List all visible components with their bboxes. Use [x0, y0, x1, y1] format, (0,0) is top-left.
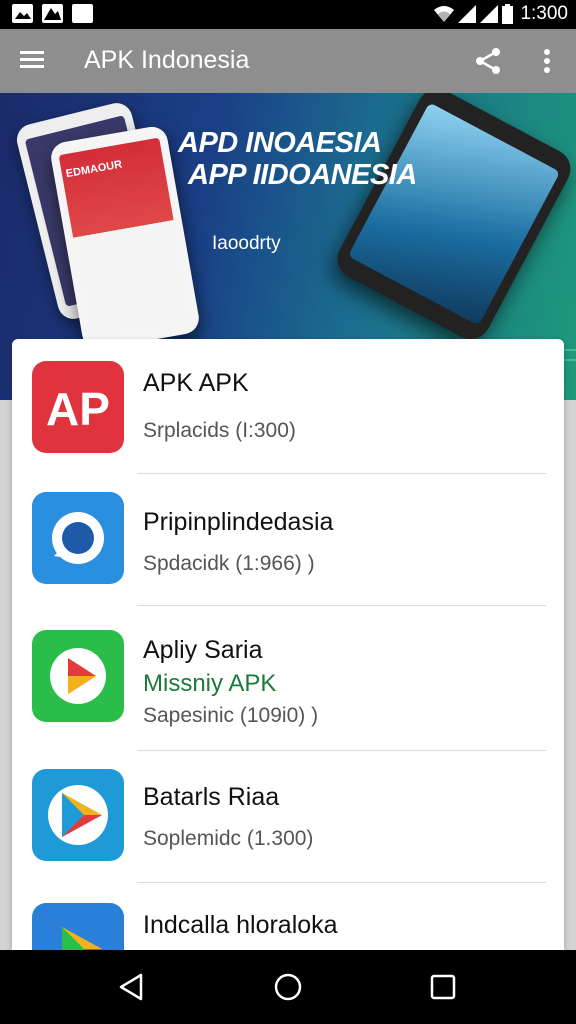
app-name: Batarls Riaa	[143, 783, 280, 811]
battery-icon	[502, 4, 514, 24]
banner-subtext: Iaoodrty	[212, 233, 281, 254]
list-item[interactable]: Pripinplindedasia Spdacidk (1:966) )	[12, 474, 564, 606]
image-icon	[42, 4, 63, 23]
app-name: Indcalla hloraloka	[143, 911, 338, 939]
app-bar: APK Indonesia	[0, 29, 576, 93]
play-triangle-icon	[32, 630, 124, 722]
signal-icon	[458, 5, 477, 23]
more-vert-icon[interactable]	[534, 45, 560, 77]
recents-square-icon[interactable]	[428, 972, 458, 1002]
app-list-card: AP APK APK Srplacids (I:300) Pripinplind…	[12, 339, 564, 959]
share-icon[interactable]	[472, 45, 504, 77]
gallery-icon	[12, 4, 33, 23]
list-item[interactable]: Apliy Saria Missniy APK Sapesinic (109i0…	[12, 606, 564, 751]
play-store-icon	[32, 769, 124, 861]
app-meta: Srplacids (I:300)	[143, 419, 296, 442]
list-item[interactable]: Batarls Riaa Soplemidc (1.300)	[12, 751, 564, 883]
banner-headline: APD INOAESIA APP IIDOANESIA	[178, 127, 417, 191]
chat-ring-icon	[32, 492, 124, 584]
signal-icon	[480, 5, 499, 23]
app-name: Apliy Saria	[143, 636, 263, 664]
page-title: APK Indonesia	[84, 46, 250, 74]
app-meta: Spdacidk (1:966) )	[143, 552, 315, 575]
svg-text:AP: AP	[46, 383, 110, 435]
home-circle-icon[interactable]	[273, 972, 303, 1002]
app-meta: Sapesinic (109i0) )	[143, 704, 319, 727]
hamburger-menu-icon[interactable]	[18, 47, 46, 75]
status-time: 1:300	[520, 3, 568, 24]
list-item[interactable]: Indcalla hloraloka	[12, 883, 564, 959]
app-subtitle: Missniy APK	[143, 670, 277, 697]
app-name: Pripinplindedasia	[143, 508, 334, 536]
ap-logo-icon: AP	[32, 361, 124, 453]
status-bar: 1:300	[0, 0, 576, 29]
app-meta: Soplemidc (1.300)	[143, 827, 314, 850]
system-nav-bar	[0, 950, 576, 1024]
square-icon	[72, 4, 93, 23]
back-triangle-icon[interactable]	[116, 972, 146, 1002]
app-name: APK APK	[143, 369, 249, 397]
list-item[interactable]: AP APK APK Srplacids (I:300)	[12, 339, 564, 474]
wifi-icon	[434, 6, 455, 22]
